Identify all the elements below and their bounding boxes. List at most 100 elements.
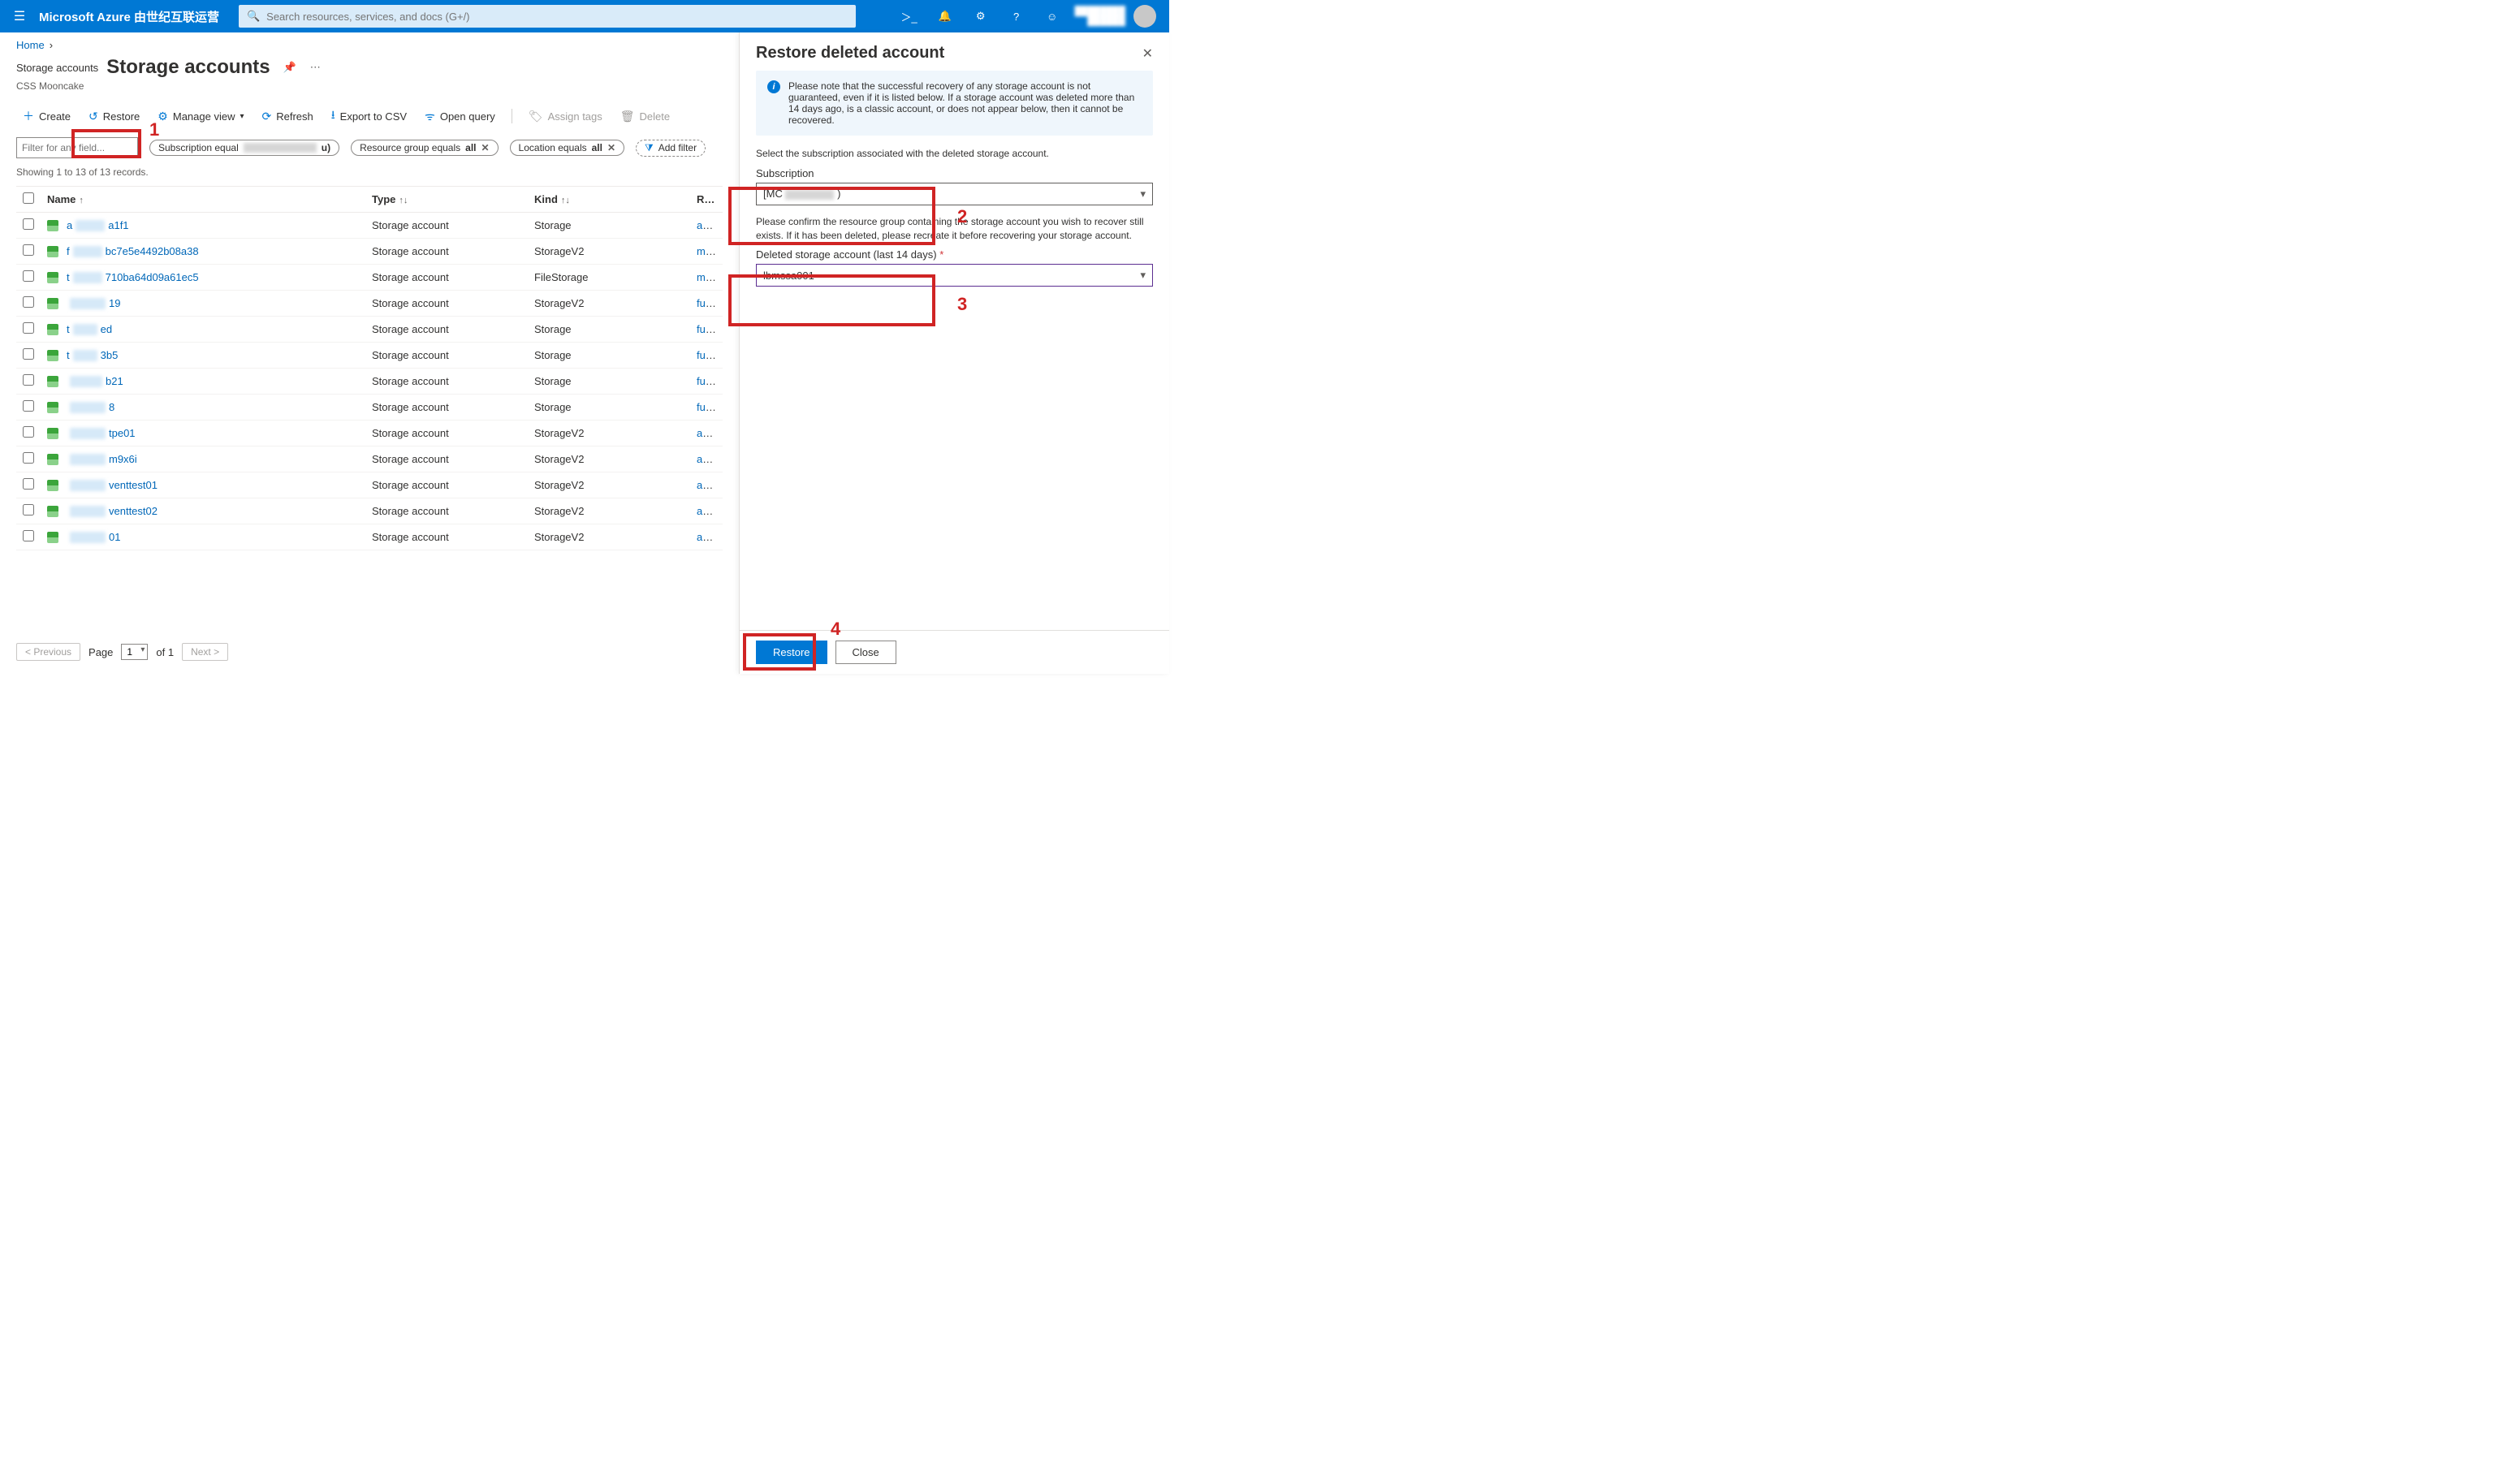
create-button[interactable]: ＋ Create xyxy=(16,105,77,127)
column-header-type[interactable]: Type↑↓ xyxy=(365,187,528,213)
more-icon[interactable]: ⋯ xyxy=(304,56,326,79)
chip-remove-icon[interactable]: ✕ xyxy=(481,142,489,153)
resource-name-link-suffix[interactable]: 3b5 xyxy=(101,349,119,361)
resource-name-link-suffix[interactable]: a1f1 xyxy=(108,219,128,231)
row-checkbox[interactable] xyxy=(23,296,34,308)
resource-name-link[interactable]: a xyxy=(67,219,72,231)
resource-name-link-suffix[interactable]: b21 xyxy=(106,375,123,387)
hamburger-icon[interactable]: ☰ xyxy=(6,8,32,24)
resource-group-link[interactable]: mc_aks-rg_m… xyxy=(697,271,723,283)
chip-remove-icon[interactable]: ✕ xyxy=(607,142,615,153)
resource-group-link[interactable]: mc_aks-rg_m… xyxy=(697,245,723,257)
table-row[interactable]: tpe01Storage accountStorageV2adls-rg xyxy=(16,421,723,446)
refresh-button[interactable]: ⟳ Refresh xyxy=(256,106,320,127)
filter-chip-location[interactable]: Location equals all ✕ xyxy=(510,140,624,156)
resource-name-link[interactable]: t xyxy=(67,323,70,335)
resource-name-link-suffix[interactable]: 8 xyxy=(109,401,114,413)
row-checkbox[interactable] xyxy=(23,348,34,360)
resource-group-link[interactable]: app-rg xyxy=(697,453,723,465)
search-input[interactable] xyxy=(266,11,848,23)
open-query-button[interactable]: ᯤ Open query xyxy=(418,106,502,127)
table-row[interactable]: t3b5Storage accountStoragefun-rg xyxy=(16,343,723,369)
table-row[interactable]: venttest02Storage accountStorageV2adls-r… xyxy=(16,498,723,524)
row-checkbox[interactable] xyxy=(23,530,34,541)
row-checkbox[interactable] xyxy=(23,478,34,490)
table-row[interactable]: 8Storage accountStoragefun-rg xyxy=(16,395,723,421)
resource-name-link-suffix[interactable]: venttest01 xyxy=(109,479,158,491)
resource-group-link[interactable]: armttk-rg xyxy=(697,531,723,543)
row-checkbox[interactable] xyxy=(23,270,34,282)
table-row[interactable]: b21Storage accountStoragefun-rg xyxy=(16,369,723,395)
resource-group-link[interactable]: fun-rg xyxy=(697,297,723,309)
account-area[interactable]: ██████████████ xyxy=(1075,5,1163,28)
cloud-shell-icon[interactable]: ＞_ xyxy=(893,0,926,32)
row-checkbox[interactable] xyxy=(23,322,34,334)
row-checkbox[interactable] xyxy=(23,504,34,516)
subscription-select[interactable]: [MC ) ▾ xyxy=(756,183,1153,205)
resource-group-link[interactable]: adls-rg xyxy=(697,505,723,517)
resource-group-link[interactable]: armttk-rg xyxy=(697,219,723,231)
pager-prev-button[interactable]: < Previous xyxy=(16,643,80,661)
table-row[interactable]: venttest01Storage accountStorageV2adls-r… xyxy=(16,472,723,498)
pager-page-select[interactable]: 1 xyxy=(121,644,148,660)
row-checkbox[interactable] xyxy=(23,452,34,464)
restore-button[interactable]: ↺ Restore xyxy=(82,106,146,127)
table-row[interactable]: 01Storage accountStorageV2armttk-rg xyxy=(16,524,723,550)
select-all-checkbox[interactable] xyxy=(23,192,34,204)
resource-name-link[interactable]: t xyxy=(67,349,70,361)
export-csv-button[interactable]: ⭳ Export to CSV xyxy=(325,103,413,129)
deleted-account-select[interactable]: lbmssa001 ▾ xyxy=(756,264,1153,287)
column-header-kind[interactable]: Kind↑↓ xyxy=(528,187,690,213)
table-row[interactable]: tedStorage accountStoragefun-rg xyxy=(16,317,723,343)
table-row[interactable]: m9x6iStorage accountStorageV2app-rg xyxy=(16,446,723,472)
feedback-icon[interactable]: ☺ xyxy=(1036,0,1069,32)
pin-icon[interactable]: 📌 xyxy=(278,56,301,79)
resource-group-link[interactable]: fun-rg xyxy=(697,349,723,361)
resource-group-link[interactable]: adls-rg xyxy=(697,479,723,491)
table-row[interactable]: t710ba64d09a61ec5Storage accountFileStor… xyxy=(16,265,723,291)
resource-name-link-suffix[interactable]: ed xyxy=(101,323,112,335)
table-row[interactable]: 19Storage accountStorageV2fun-rg xyxy=(16,291,723,317)
filter-input[interactable] xyxy=(16,137,138,158)
resource-group-link[interactable]: fun-rg xyxy=(697,401,723,413)
resource-name-link[interactable]: t xyxy=(67,271,70,283)
resource-group-link[interactable]: fun-rg xyxy=(697,323,723,335)
blade-close-button[interactable]: Close xyxy=(835,641,896,664)
resource-name-link-suffix[interactable]: bc7e5e4492b08a38 xyxy=(106,245,199,257)
column-header-name[interactable]: Name↑ xyxy=(41,187,365,213)
filter-chip-resource-group[interactable]: Resource group equals all ✕ xyxy=(351,140,498,156)
row-checkbox[interactable] xyxy=(23,400,34,412)
resource-name-link-suffix[interactable]: m9x6i xyxy=(109,453,137,465)
select-all-header[interactable] xyxy=(16,187,41,213)
add-filter-button[interactable]: ⧩ Add filter xyxy=(636,140,706,157)
resource-name-link[interactable]: f xyxy=(67,245,70,257)
resource-group-link[interactable]: adls-rg xyxy=(697,427,723,439)
filter-chip-subscription[interactable]: Subscription equal u) xyxy=(149,140,339,156)
avatar[interactable] xyxy=(1133,5,1156,28)
breadcrumb-home[interactable]: Home xyxy=(16,39,45,51)
blade-restore-button[interactable]: Restore xyxy=(756,641,827,664)
row-checkbox[interactable] xyxy=(23,244,34,256)
resource-name-link-suffix[interactable]: tpe01 xyxy=(109,427,136,439)
settings-gear-icon[interactable]: ⚙ xyxy=(965,0,997,32)
notifications-icon[interactable]: 🔔 xyxy=(929,0,961,32)
resource-name-link-suffix[interactable]: 01 xyxy=(109,531,120,543)
resource-group-link[interactable]: fun-rg xyxy=(697,375,723,387)
table-row[interactable]: aa1f1Storage accountStoragearmttk-rg xyxy=(16,213,723,239)
resource-name-link-suffix[interactable]: venttest02 xyxy=(109,505,158,517)
close-icon[interactable]: ✕ xyxy=(1142,45,1153,62)
cell-type: Storage account xyxy=(365,369,528,395)
manage-view-button[interactable]: ⚙ Manage view ▾ xyxy=(151,106,250,127)
resource-name-link-suffix[interactable]: 19 xyxy=(109,297,120,309)
help-icon[interactable]: ? xyxy=(1000,0,1033,32)
resource-name-link-suffix[interactable]: 710ba64d09a61ec5 xyxy=(106,271,199,283)
row-checkbox[interactable] xyxy=(23,374,34,386)
cell-kind: StorageV2 xyxy=(528,498,690,524)
row-checkbox[interactable] xyxy=(23,426,34,438)
pager-next-button[interactable]: Next > xyxy=(182,643,228,661)
column-header-rg[interactable]: Resource group xyxy=(690,187,723,213)
row-checkbox[interactable] xyxy=(23,218,34,230)
table-row[interactable]: fbc7e5e4492b08a38Storage accountStorageV… xyxy=(16,239,723,265)
refresh-icon: ⟳ xyxy=(262,110,272,123)
global-search[interactable]: 🔍 xyxy=(239,5,856,28)
